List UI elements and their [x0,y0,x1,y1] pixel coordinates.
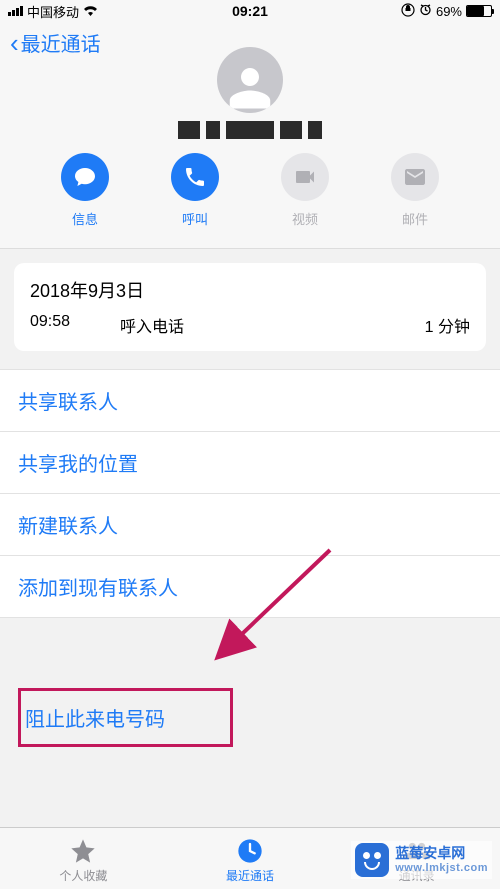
block-section: 阻止此来电号码 [0,688,500,747]
call-label: 呼叫 [182,209,208,228]
video-button: 视频 [265,153,345,228]
add-existing-contact-button[interactable]: 添加到现有联系人 [0,556,500,618]
battery-icon [466,5,492,17]
call-time: 09:58 [30,313,120,337]
tab-favorites[interactable]: 个人收藏 [28,837,138,884]
action-row: 信息 呼叫 视频 邮件 [10,153,490,228]
call-log-card: 2018年9月3日 09:58 呼入电话 1 分钟 [14,263,486,351]
battery-pct: 69% [436,4,462,19]
status-left: 中国移动 [8,2,98,21]
watermark: 蓝莓安卓网 www.lmkjst.com [351,841,492,879]
call-type: 呼入电话 [120,313,425,337]
orientation-lock-icon [401,3,415,20]
phone-icon [171,153,219,201]
message-label: 信息 [72,209,98,228]
alarm-icon [419,3,432,19]
watermark-sub: www.lmkjst.com [395,862,488,874]
contact-name [10,121,490,139]
call-row: 09:58 呼入电话 1 分钟 [30,313,470,337]
new-contact-button[interactable]: 新建联系人 [0,494,500,556]
watermark-logo [355,843,389,877]
option-list: 共享联系人 共享我的位置 新建联系人 添加到现有联系人 [0,369,500,618]
mail-icon [391,153,439,201]
call-button[interactable]: 呼叫 [155,153,235,228]
video-icon [281,153,329,201]
status-right: 69% [401,3,492,20]
status-time: 09:21 [232,3,268,19]
wifi-icon [83,4,98,19]
back-label: 最近通话 [21,28,101,57]
share-location-button[interactable]: 共享我的位置 [0,432,500,494]
content-area: 2018年9月3日 09:58 呼入电话 1 分钟 共享联系人 共享我的位置 新… [0,263,500,747]
tab-recents[interactable]: 最近通话 [195,837,305,884]
video-label: 视频 [292,209,318,228]
signal-icon [8,6,23,16]
watermark-title: 蓝莓安卓网 [395,846,488,861]
call-date: 2018年9月3日 [30,277,470,303]
message-button[interactable]: 信息 [45,153,125,228]
tab-recents-label: 最近通话 [226,867,274,884]
nav-header: ‹ 最近通话 信息 呼叫 视频 邮 [0,22,500,249]
block-caller-button[interactable]: 阻止此来电号码 [18,688,233,747]
status-bar: 中国移动 09:21 69% [0,0,500,22]
clock-icon [236,837,264,865]
tab-favorites-label: 个人收藏 [59,867,107,884]
message-icon [61,153,109,201]
star-icon [69,837,97,865]
mail-label: 邮件 [402,209,428,228]
chevron-left-icon: ‹ [10,30,19,56]
call-duration: 1 分钟 [425,313,470,337]
mail-button: 邮件 [375,153,455,228]
share-contact-button[interactable]: 共享联系人 [0,369,500,432]
avatar [217,47,283,113]
carrier-label: 中国移动 [27,2,79,21]
